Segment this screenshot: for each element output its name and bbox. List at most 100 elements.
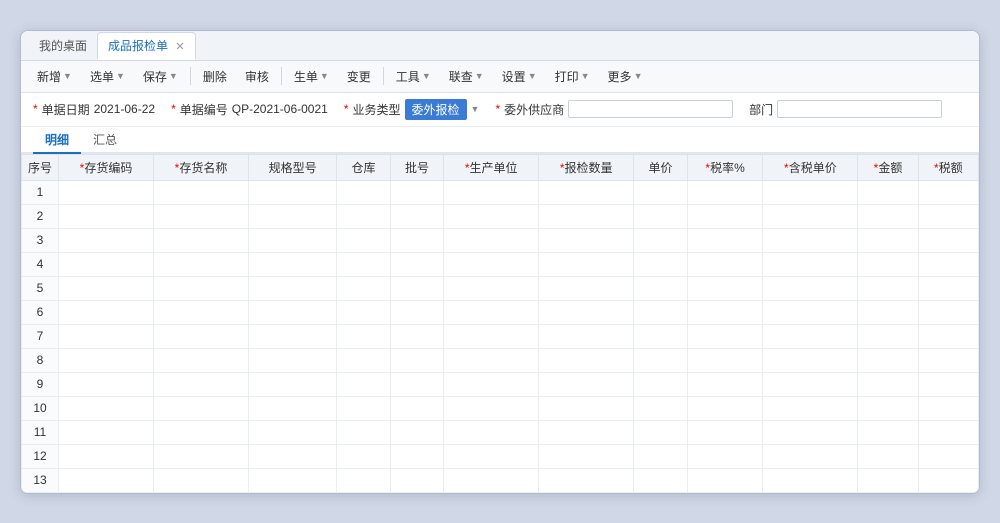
data-cell[interactable]	[337, 372, 391, 396]
data-cell[interactable]	[59, 396, 154, 420]
data-cell[interactable]	[539, 276, 634, 300]
data-cell[interactable]	[337, 444, 391, 468]
data-cell[interactable]	[539, 396, 634, 420]
data-cell[interactable]	[248, 348, 336, 372]
data-cell[interactable]	[444, 276, 539, 300]
data-cell[interactable]	[390, 420, 444, 444]
data-cell[interactable]	[154, 324, 249, 348]
data-cell[interactable]	[634, 420, 688, 444]
data-cell[interactable]	[634, 180, 688, 204]
data-cell[interactable]	[59, 252, 154, 276]
data-cell[interactable]	[918, 252, 978, 276]
data-cell[interactable]	[390, 468, 444, 492]
sub-tab-detail[interactable]: 明细	[33, 127, 81, 154]
data-cell[interactable]	[59, 300, 154, 324]
data-cell[interactable]	[444, 420, 539, 444]
data-cell[interactable]	[59, 420, 154, 444]
table-row[interactable]: 1	[22, 180, 979, 204]
btn-change[interactable]: 变更	[339, 66, 379, 87]
btn-print[interactable]: 打印 ▼	[547, 66, 598, 87]
table-row[interactable]: 2	[22, 204, 979, 228]
data-cell[interactable]	[687, 324, 763, 348]
data-cell[interactable]	[918, 276, 978, 300]
data-cell[interactable]	[390, 396, 444, 420]
btn-tools[interactable]: 工具 ▼	[388, 66, 439, 87]
data-cell[interactable]	[763, 372, 858, 396]
data-cell[interactable]	[337, 204, 391, 228]
data-cell[interactable]	[248, 252, 336, 276]
data-cell[interactable]	[687, 468, 763, 492]
data-cell[interactable]	[918, 396, 978, 420]
data-cell[interactable]	[687, 276, 763, 300]
table-row[interactable]: 11	[22, 420, 979, 444]
data-cell[interactable]	[687, 300, 763, 324]
table-row[interactable]: 7	[22, 324, 979, 348]
data-cell[interactable]	[634, 396, 688, 420]
btn-query[interactable]: 联查 ▼	[441, 66, 492, 87]
data-cell[interactable]	[248, 420, 336, 444]
data-cell[interactable]	[337, 348, 391, 372]
data-cell[interactable]	[763, 348, 858, 372]
data-cell[interactable]	[248, 468, 336, 492]
data-cell[interactable]	[858, 372, 918, 396]
data-cell[interactable]	[337, 252, 391, 276]
data-cell[interactable]	[390, 324, 444, 348]
data-cell[interactable]	[154, 204, 249, 228]
data-cell[interactable]	[539, 300, 634, 324]
data-cell[interactable]	[248, 204, 336, 228]
data-cell[interactable]	[444, 372, 539, 396]
data-cell[interactable]	[390, 252, 444, 276]
data-cell[interactable]	[154, 420, 249, 444]
data-cell[interactable]	[918, 180, 978, 204]
data-cell[interactable]	[763, 324, 858, 348]
data-cell[interactable]	[763, 444, 858, 468]
data-cell[interactable]	[687, 252, 763, 276]
data-cell[interactable]	[634, 348, 688, 372]
data-cell[interactable]	[248, 396, 336, 420]
data-cell[interactable]	[154, 228, 249, 252]
data-cell[interactable]	[634, 372, 688, 396]
data-cell[interactable]	[858, 468, 918, 492]
data-cell[interactable]	[858, 324, 918, 348]
table-row[interactable]: 6	[22, 300, 979, 324]
data-cell[interactable]	[687, 348, 763, 372]
data-cell[interactable]	[763, 420, 858, 444]
data-cell[interactable]	[59, 204, 154, 228]
data-cell[interactable]	[918, 300, 978, 324]
data-cell[interactable]	[154, 444, 249, 468]
data-cell[interactable]	[390, 276, 444, 300]
data-cell[interactable]	[248, 324, 336, 348]
data-cell[interactable]	[248, 228, 336, 252]
data-cell[interactable]	[858, 228, 918, 252]
data-cell[interactable]	[337, 468, 391, 492]
table-row[interactable]: 8	[22, 348, 979, 372]
data-cell[interactable]	[858, 204, 918, 228]
btn-save[interactable]: 保存 ▼	[135, 66, 186, 87]
data-cell[interactable]	[444, 348, 539, 372]
sub-tab-summary[interactable]: 汇总	[81, 127, 129, 154]
data-cell[interactable]	[337, 228, 391, 252]
data-cell[interactable]	[634, 468, 688, 492]
data-cell[interactable]	[918, 348, 978, 372]
data-cell[interactable]	[154, 276, 249, 300]
table-row[interactable]: 4	[22, 252, 979, 276]
data-cell[interactable]	[634, 300, 688, 324]
btn-select[interactable]: 选单 ▼	[82, 66, 133, 87]
tab-inspection[interactable]: 成品报检单 ✕	[97, 32, 196, 60]
dept-input[interactable]	[777, 100, 942, 118]
data-cell[interactable]	[687, 420, 763, 444]
data-cell[interactable]	[763, 252, 858, 276]
data-cell[interactable]	[634, 276, 688, 300]
data-cell[interactable]	[858, 348, 918, 372]
data-cell[interactable]	[154, 468, 249, 492]
supplier-input[interactable]	[568, 100, 733, 118]
data-cell[interactable]	[154, 348, 249, 372]
data-cell[interactable]	[634, 444, 688, 468]
btn-settings[interactable]: 设置 ▼	[494, 66, 545, 87]
data-cell[interactable]	[687, 204, 763, 228]
data-cell[interactable]	[687, 228, 763, 252]
data-cell[interactable]	[390, 348, 444, 372]
data-cell[interactable]	[390, 204, 444, 228]
data-cell[interactable]	[154, 180, 249, 204]
data-cell[interactable]	[337, 396, 391, 420]
